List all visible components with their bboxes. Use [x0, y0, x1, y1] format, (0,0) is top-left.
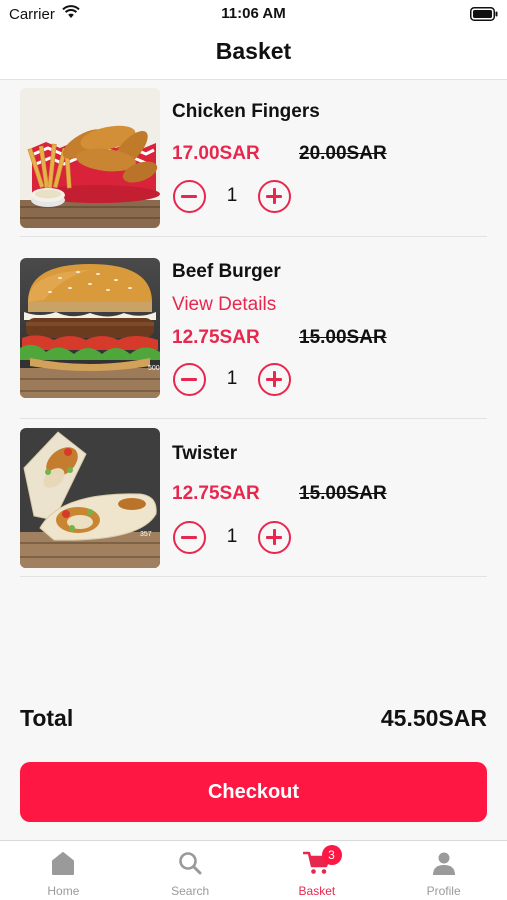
clock: 11:06 AM — [221, 5, 286, 22]
tab-bar: Home Search 3 Basket Profile — [0, 840, 507, 900]
increase-quantity-button[interactable] — [258, 363, 291, 396]
tab-profile[interactable]: Profile — [380, 841, 507, 900]
cart-count-badge: 3 — [321, 845, 342, 865]
tab-label: Basket — [298, 884, 336, 898]
tab-search[interactable]: Search — [127, 841, 254, 900]
decrease-quantity-button[interactable] — [173, 363, 206, 396]
twister-image: 357 — [20, 428, 160, 568]
tab-label: Search — [171, 884, 210, 898]
increase-quantity-button[interactable] — [258, 180, 291, 213]
tab-label: Profile — [426, 884, 461, 898]
total-label: Total — [20, 705, 74, 731]
item-price: 12.75SAR — [172, 483, 260, 504]
increase-quantity-button[interactable] — [258, 521, 291, 554]
tab-label: Home — [47, 884, 80, 898]
item-name: Chicken Fingers — [172, 101, 320, 122]
item-quantity: 1 — [226, 185, 238, 206]
status-bar: Carrier 11:06 AM — [0, 0, 507, 30]
item-original-price: 15.00SAR — [299, 327, 387, 348]
item-original-price: 20.00SAR — [299, 143, 387, 164]
svg-text:357: 357 — [140, 531, 152, 538]
item-name: Twister — [172, 443, 238, 464]
item-quantity: 1 — [226, 526, 238, 547]
tab-basket[interactable]: 3 Basket — [254, 841, 381, 900]
decrease-quantity-button[interactable] — [173, 521, 206, 554]
search-icon — [179, 852, 202, 875]
item-quantity: 1 — [226, 368, 238, 389]
item-original-price: 15.00SAR — [299, 483, 387, 504]
view-details-link[interactable]: View Details — [172, 294, 276, 316]
checkout-label: Checkout — [207, 780, 300, 803]
basket-item-beef-burger: 500 Beef Burger View Details 12.75SAR 15… — [20, 258, 487, 419]
chicken-fingers-image — [20, 88, 160, 228]
item-price: 17.00SAR — [172, 143, 260, 164]
item-price: 12.75SAR — [172, 327, 260, 348]
page-title: Basket — [215, 38, 292, 64]
beef-burger-image: 500 — [20, 258, 160, 398]
total-amount: 45.50SAR — [380, 705, 487, 731]
svg-text:500: 500 — [148, 365, 160, 372]
home-icon — [52, 852, 75, 875]
decrease-quantity-button[interactable] — [173, 180, 206, 213]
basket-item-twister: 357 Twister 12.75SAR 15.00SAR 1 — [20, 428, 487, 577]
checkout-button[interactable]: Checkout — [20, 762, 487, 822]
item-name: Beef Burger — [172, 261, 281, 282]
tab-home[interactable]: Home — [0, 841, 127, 900]
person-icon — [432, 852, 455, 875]
battery-icon — [470, 7, 498, 21]
navigation-bar: Basket — [0, 30, 507, 80]
basket-item-chicken-fingers: Chicken Fingers 17.00SAR 20.00SAR 1 — [20, 88, 487, 237]
